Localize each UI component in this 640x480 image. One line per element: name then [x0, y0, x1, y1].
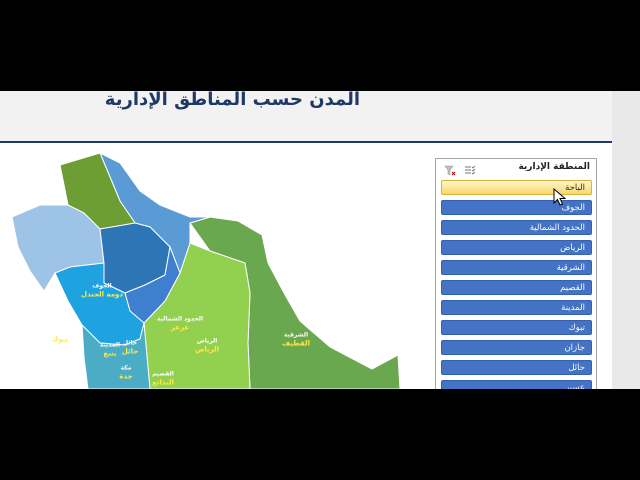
slicer-item-jazan[interactable]: جازان — [441, 340, 592, 355]
slicer-item-list: الباحة الجوف الحدود الشمالية الرياض الشر… — [441, 180, 592, 389]
slicer-item-madinah[interactable]: المدينة — [441, 300, 592, 315]
slicer-item-riyadh[interactable]: الرياض — [441, 240, 592, 255]
slicer-item-qassim[interactable]: القصيم — [441, 280, 592, 295]
multi-select-icon[interactable] — [464, 162, 476, 175]
region-slicer: المنطقة الإدارية الباحة الجوف الحدود الش… — [435, 158, 597, 389]
slicer-item-eastern[interactable]: الشرقية — [441, 260, 592, 275]
slicer-header: المنطقة الإدارية — [436, 159, 596, 179]
region-label-hail: حائل حائل — [121, 339, 139, 356]
region-label-qassim: القصيم البدائع — [152, 370, 174, 387]
region-label-northern: الحدود الشمالية عرعر — [156, 315, 204, 332]
region-label-madinah: المدينة ينبع — [99, 341, 121, 358]
clear-filter-icon[interactable] — [444, 162, 456, 176]
slicer-item-asir[interactable]: عسير — [441, 380, 592, 389]
slicer-item-northern-borders[interactable]: الحدود الشمالية — [441, 220, 592, 235]
slicer-item-baha[interactable]: الباحة — [441, 180, 592, 195]
region-label-eastern: الشرقية القطيف — [281, 331, 311, 348]
region-label-tabuk: تبوك تبوك — [51, 327, 69, 344]
spreadsheet-viewport: المدن حسب المناطق الإدارية الجوف دومة ال… — [0, 91, 640, 389]
slicer-item-jawf[interactable]: الجوف — [441, 200, 592, 215]
slicer-title: المنطقة الإدارية — [518, 162, 590, 172]
region-label-riyadh: الرياض الرياض — [194, 337, 220, 354]
slicer-item-tabuk[interactable]: تبوك — [441, 320, 592, 335]
mouse-pointer-icon — [553, 188, 567, 206]
region-label-makkah: مكة جدة — [119, 364, 133, 381]
title-band: المدن حسب المناطق الإدارية — [0, 91, 612, 143]
dashboard-sheet: المدن حسب المناطق الإدارية الجوف دومة ال… — [0, 91, 612, 389]
region-label-jawf: الجوف دومة الجندل — [80, 282, 124, 299]
slicer-item-hail[interactable]: حائل — [441, 360, 592, 375]
page-title: المدن حسب المناطق الإدارية — [104, 91, 360, 110]
